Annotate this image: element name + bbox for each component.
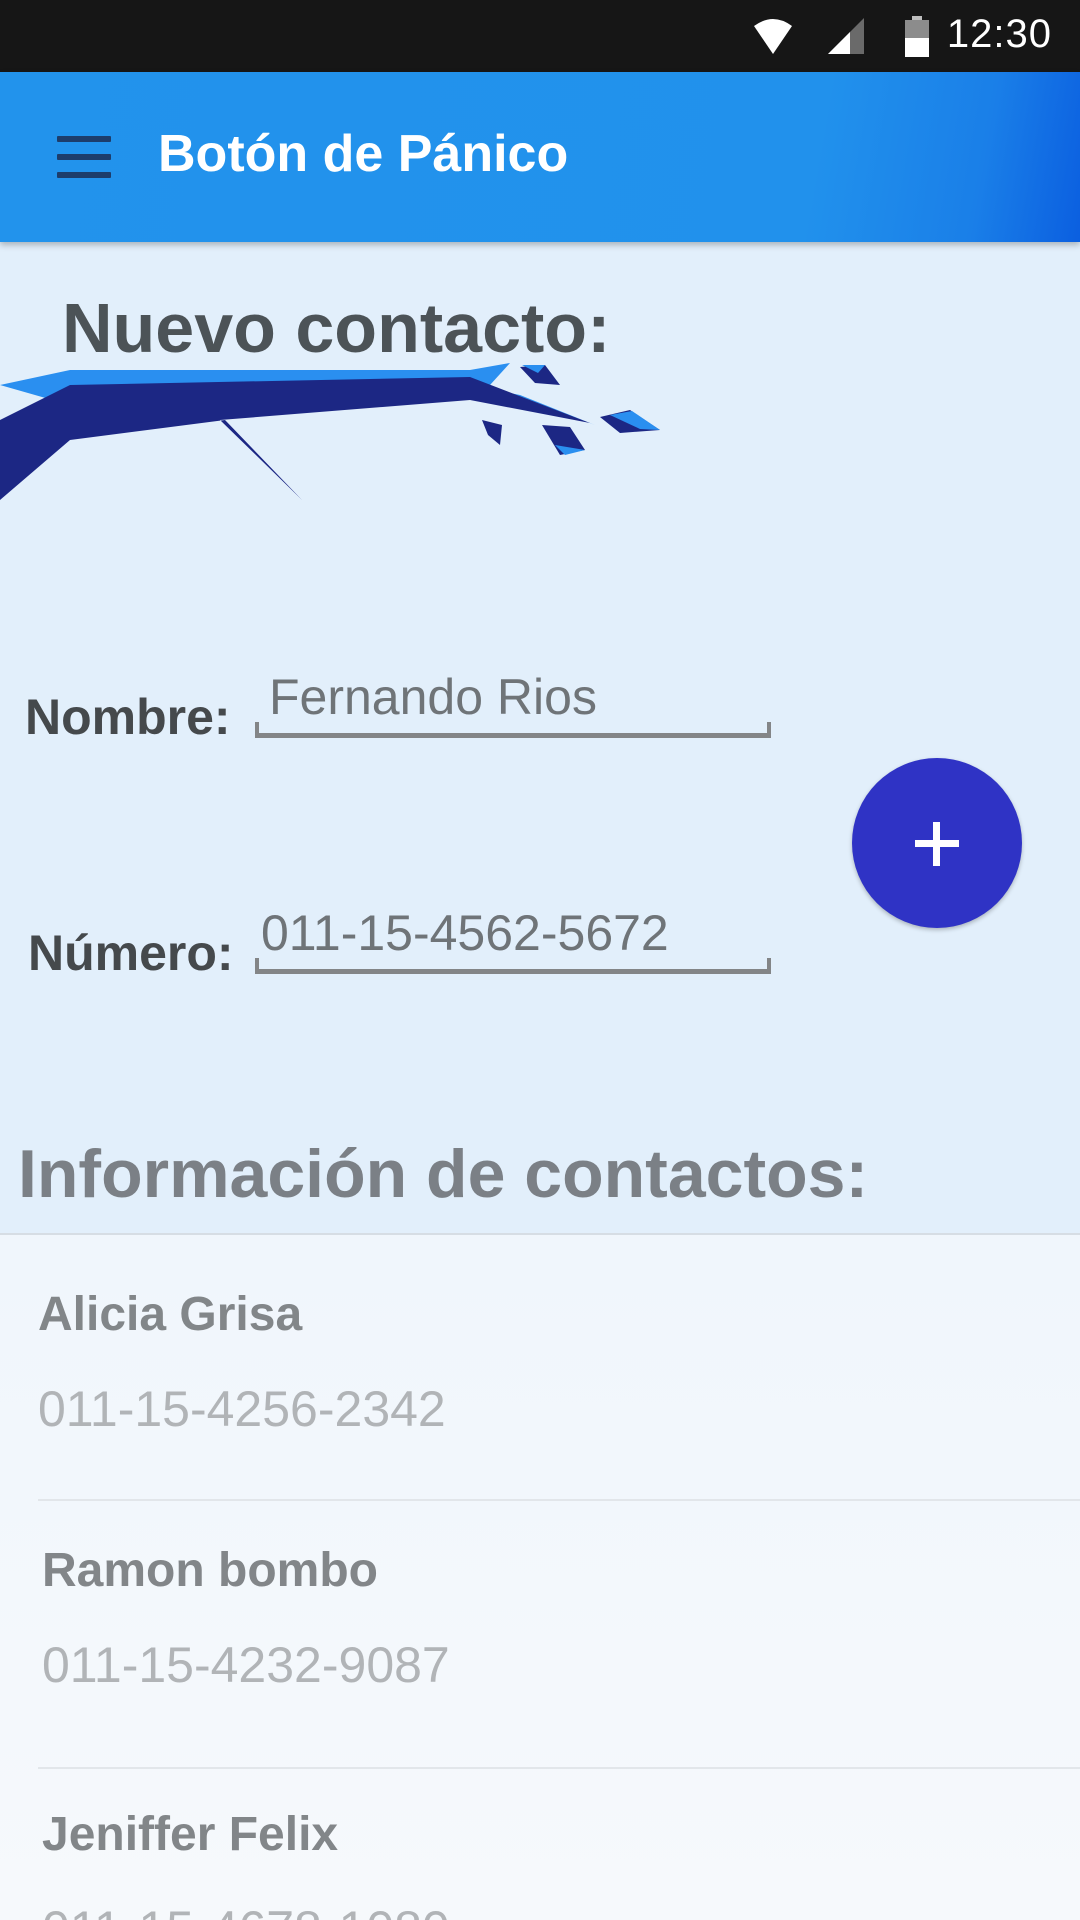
contact-number: 011-15-4256-2342: [38, 1381, 446, 1437]
name-underline: [255, 733, 771, 738]
status-time: 12:30: [946, 12, 1052, 56]
branch-decoration: [0, 363, 660, 500]
number-underline: [255, 969, 771, 974]
battery-icon: [905, 16, 929, 57]
contact-number: 011-15-4232-9087: [42, 1637, 450, 1693]
list-item[interactable]: Ramon bombo 011-15-4232-9087: [42, 1501, 1080, 1767]
app-screen: 12:30 Botón de Pánico Nuevo contacto: No…: [0, 0, 1080, 1920]
contact-name: Ramon bombo: [42, 1544, 378, 1597]
number-field[interactable]: 011-15-4562-5672: [255, 904, 771, 974]
wifi-icon: [754, 19, 792, 54]
app-bar: Botón de Pánico: [0, 72, 1080, 242]
name-label: Nombre:: [25, 689, 231, 745]
number-label: Número:: [28, 925, 234, 981]
app-title: Botón de Pánico: [158, 125, 569, 183]
number-input[interactable]: 011-15-4562-5672: [261, 904, 669, 962]
hamburger-menu-icon[interactable]: [42, 122, 126, 192]
contact-number: 011-15-4678-1080: [42, 1900, 1080, 1920]
name-input[interactable]: Fernando Rios: [269, 668, 597, 726]
contact-name: Jeniffer Felix: [42, 1808, 339, 1861]
contact-list[interactable]: Alicia Grisa 011-15-4256-2342 Ramon bomb…: [0, 1233, 1080, 1920]
add-contact-button[interactable]: [852, 758, 1022, 928]
cell-signal-icon: [828, 18, 864, 54]
contacts-info-heading: Información de contactos:: [18, 1136, 869, 1212]
status-bar: 12:30: [0, 0, 1080, 72]
list-item[interactable]: Jeniffer Felix 011-15-4678-1080: [42, 1769, 1080, 1920]
name-field[interactable]: Fernando Rios: [255, 668, 771, 738]
list-item[interactable]: Alicia Grisa 011-15-4256-2342: [38, 1235, 1080, 1499]
contact-name: Alicia Grisa: [38, 1288, 303, 1341]
